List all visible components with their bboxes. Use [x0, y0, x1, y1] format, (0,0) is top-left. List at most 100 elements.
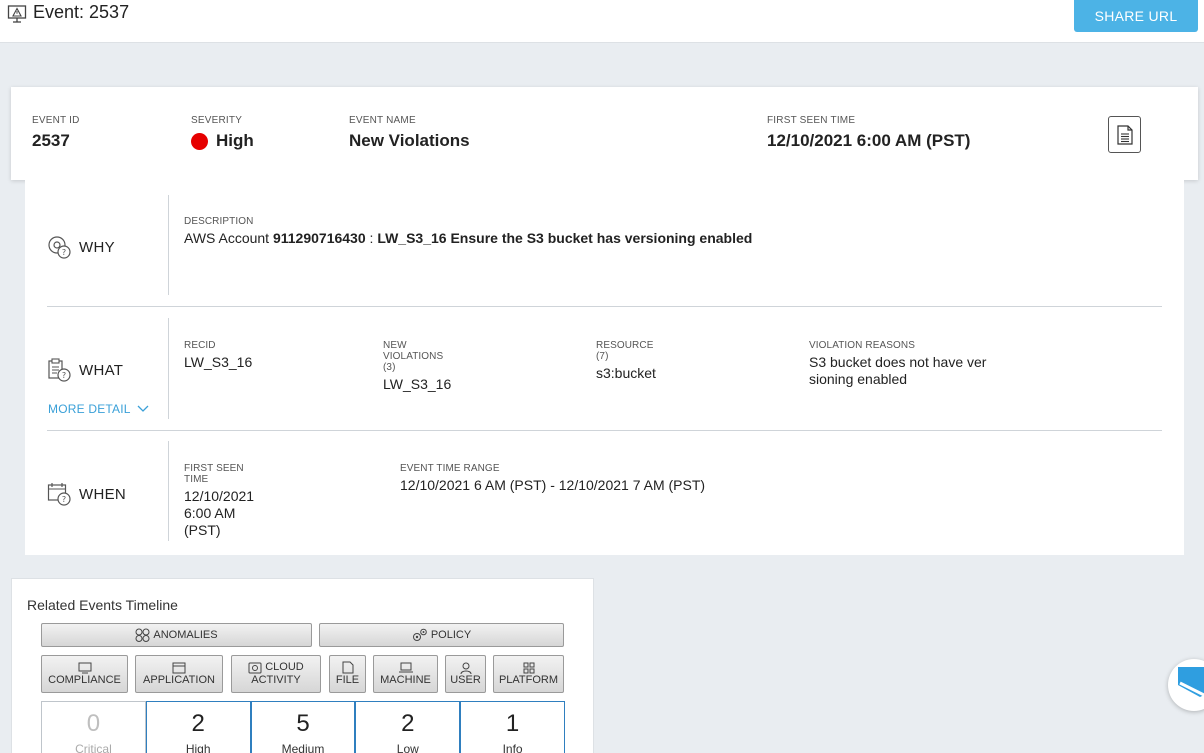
when-icon: ? [47, 483, 71, 506]
event-name-field: EVENT NAME New Violations [349, 115, 470, 151]
user-icon [460, 662, 471, 674]
filter-platform[interactable]: PLATFORM [493, 655, 564, 693]
filter-user[interactable]: USER [445, 655, 486, 693]
count-medium-label: Medium [281, 742, 325, 753]
violation-reasons-line-2: sioning enabled [809, 371, 908, 387]
description-value: AWS Account 911290716430 : LW_S3_16 Ensu… [184, 230, 1084, 247]
count-low-label: Low [396, 742, 419, 753]
new-violations-field: NEW VIOLATIONS (3) LW_S3_16 [383, 340, 451, 393]
violation-reasons-value: S3 bucket does not have ver sioning enab… [809, 354, 1039, 388]
count-high-value: 2 [191, 710, 205, 737]
filter-machine[interactable]: MACHINE [373, 655, 438, 693]
what-label: WHAT [79, 361, 124, 379]
why-label: WHY [79, 238, 115, 256]
count-medium[interactable]: 5 Medium [250, 701, 356, 753]
filter-file[interactable]: FILE [329, 655, 366, 693]
filter-cloud-activity-label-1: CLOUD [265, 661, 304, 673]
count-high[interactable]: 2 High [145, 701, 251, 753]
account-id: 911290716430 [272, 230, 366, 246]
gears-icon [412, 628, 427, 641]
monitor-icon [78, 662, 91, 673]
page-title: Event: 2537 [33, 2, 130, 22]
severity-counts: 0 Critical 2 High 5 Medium 2 Low 1 Info [41, 701, 565, 753]
filter-compliance[interactable]: COMPLIANCE [41, 655, 128, 693]
anomalies-icon [135, 628, 150, 642]
policy-label: POLICY [430, 628, 472, 641]
event-detail-panel: ? WHY DESCRIPTION AWS Account 9112907164… [25, 180, 1184, 555]
file-icon [342, 661, 353, 674]
grid-icon [523, 662, 534, 673]
severity-field: SEVERITY High [191, 115, 254, 151]
event-name-label: EVENT NAME [349, 115, 416, 126]
help-launcher-button[interactable] [1168, 659, 1204, 711]
count-critical-label: Critical [75, 742, 112, 753]
rule-text: LW_S3_16 Ensure the S3 bucket has versio… [377, 230, 753, 246]
description-prefix: AWS Account [184, 230, 270, 246]
count-critical-value: 0 [86, 710, 101, 737]
description-separator: : [369, 230, 374, 246]
count-medium-value: 5 [296, 710, 310, 737]
svg-text:?: ? [62, 495, 66, 504]
svg-text:?: ? [62, 371, 66, 380]
share-url-button[interactable]: SHARE URL [1074, 0, 1198, 32]
document-icon [1116, 124, 1133, 145]
resource-field: RESOURCE (7) s3:bucket [596, 340, 656, 382]
filter-file-label: FILE [335, 674, 360, 686]
first-seen-field: FIRST SEEN TIME 12/10/2021 6:00 AM (PST) [767, 115, 970, 151]
row-divider [47, 430, 1162, 431]
new-violations-value: LW_S3_16 [383, 376, 452, 392]
description-label: DESCRIPTION [184, 216, 254, 227]
why-row: ? WHY DESCRIPTION AWS Account 9112907164… [47, 195, 1162, 295]
event-id-value: 2537 [32, 131, 70, 150]
filter-cloud-activity[interactable]: CLOUD ACTIVITY [231, 655, 321, 693]
event-time-range-label: EVENT TIME RANGE [400, 463, 500, 474]
timeline-title: Related Events Timeline [27, 597, 178, 613]
first-seen-label: FIRST SEEN TIME [767, 115, 856, 126]
resource-label: RESOURCE (7) [596, 340, 654, 362]
recid-field: RECID LW_S3_16 [184, 340, 252, 371]
count-high-label: High [185, 742, 211, 753]
new-violations-label: NEW VIOLATIONS (3) [383, 340, 444, 373]
filter-cloud-activity-label-2: ACTIVITY [251, 674, 301, 686]
filter-platform-label: PLATFORM [498, 673, 559, 686]
count-info-label: Info [502, 742, 523, 753]
when-label: WHEN [79, 485, 127, 503]
count-info[interactable]: 1 Info [460, 701, 565, 753]
when-first-seen-field: FIRST SEEN TIME 12/10/2021 6:00 AM (PST) [184, 463, 254, 539]
event-id-label: EVENT ID [32, 115, 80, 126]
svg-text:?: ? [62, 248, 66, 257]
filter-application-label: APPLICATION [143, 673, 215, 686]
severity-value: High [191, 131, 254, 151]
why-icon: ? [48, 236, 71, 259]
count-low[interactable]: 2 Low [355, 701, 461, 753]
filter-application[interactable]: APPLICATION [135, 655, 223, 693]
anomalies-button[interactable]: ANOMALIES [41, 623, 312, 647]
severity-label: SEVERITY [191, 115, 243, 126]
more-detail-link[interactable]: MORE DETAIL [48, 402, 150, 416]
document-button[interactable] [1108, 116, 1141, 153]
cloud-icon [248, 662, 262, 673]
more-detail-label: MORE DETAIL [48, 402, 131, 416]
help-launcher-icon [1178, 667, 1204, 697]
resource-value: s3:bucket [596, 365, 656, 381]
monitor-alert-icon [7, 5, 27, 23]
when-first-seen-value: 12/10/2021 6:00 AM (PST) [184, 488, 255, 538]
top-bar: Event: 2537 SHARE URL [0, 0, 1204, 43]
event-time-range-value: 12/10/2021 6 AM (PST) - 12/10/2021 7 AM … [400, 477, 706, 493]
count-info-value: 1 [505, 710, 520, 737]
recid-value: LW_S3_16 [184, 354, 253, 370]
event-time-range-field: EVENT TIME RANGE 12/10/2021 6 AM (PST) -… [400, 463, 900, 494]
violation-reasons-label: VIOLATION REASONS [809, 340, 915, 351]
violation-reasons-line-1: S3 bucket does not have ver [809, 354, 987, 370]
filter-cloud-activity-line-1: CLOUD [248, 661, 304, 674]
policy-button[interactable]: POLICY [319, 623, 564, 647]
when-header: ? WHEN [47, 441, 169, 541]
event-name-value: New Violations [349, 131, 470, 150]
filter-compliance-label: COMPLIANCE [48, 673, 121, 686]
anomalies-label: ANOMALIES [153, 628, 218, 641]
violation-reasons-field: VIOLATION REASONS S3 bucket does not hav… [809, 340, 1039, 388]
when-first-seen-label: FIRST SEEN TIME [184, 463, 244, 485]
count-critical[interactable]: 0 Critical [41, 701, 146, 753]
count-low-value: 2 [401, 710, 415, 737]
filter-user-label: USER [450, 673, 481, 686]
